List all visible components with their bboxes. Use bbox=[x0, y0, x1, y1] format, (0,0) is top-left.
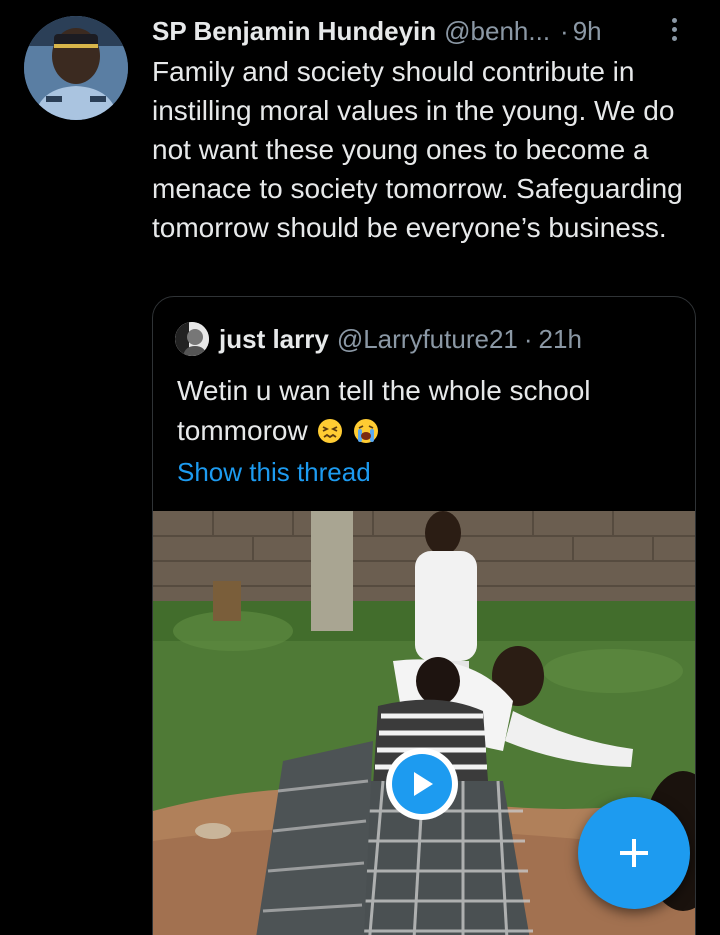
play-triangle bbox=[414, 772, 433, 796]
author-name[interactable]: SP Benjamin Hundeyin bbox=[152, 16, 436, 47]
vertical-ellipsis-icon[interactable] bbox=[660, 14, 688, 44]
show-thread-link[interactable]: Show this thread bbox=[177, 457, 371, 488]
author-avatar[interactable] bbox=[24, 16, 128, 120]
quoted-separator: · bbox=[523, 323, 533, 354]
author-handle[interactable]: @benh... bbox=[444, 16, 550, 47]
separator: · bbox=[560, 15, 569, 46]
quoted-avatar-photo bbox=[175, 322, 209, 356]
avatar-photo bbox=[24, 16, 128, 120]
tweet[interactable]: SP Benjamin Hundeyin @benh... · 9h Famil… bbox=[0, 0, 720, 935]
play-icon[interactable] bbox=[386, 748, 458, 820]
crying-face-emoji bbox=[354, 419, 379, 443]
tweet-header: SP Benjamin Hundeyin @benh... · 9h bbox=[152, 14, 702, 48]
compose-tweet-button[interactable] bbox=[578, 797, 690, 909]
play-button-inner bbox=[392, 754, 452, 814]
quoted-tweet-text-container: Wetin u wan tell the whole school tommor… bbox=[177, 371, 677, 451]
quoted-author-handle[interactable]: @Larryfuture21 bbox=[337, 324, 518, 355]
quoted-tweet-text: Wetin u wan tell the whole school tommor… bbox=[177, 375, 591, 446]
quoted-author-avatar bbox=[175, 322, 209, 356]
quoted-timestamp[interactable]: 21h bbox=[539, 324, 582, 355]
confounded-face-emoji bbox=[318, 419, 343, 443]
plus-icon bbox=[620, 839, 648, 867]
tweet-timestamp[interactable]: 9h bbox=[573, 16, 602, 47]
tweet-text: Family and society should contribute in … bbox=[152, 56, 683, 243]
quoted-author-name[interactable]: just larry bbox=[219, 324, 329, 355]
quoted-tweet-header: just larry @Larryfuture21 · 21h bbox=[175, 321, 582, 357]
